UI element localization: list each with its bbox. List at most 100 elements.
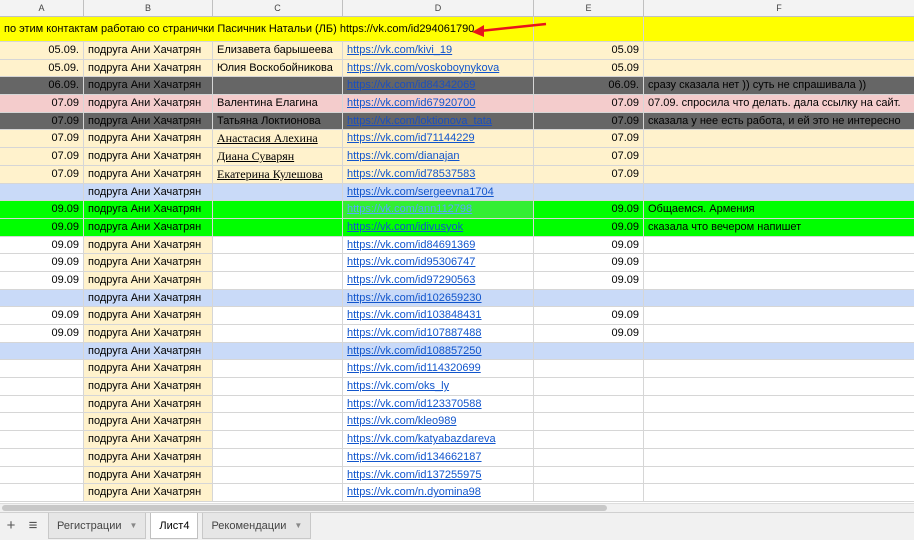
profile-link[interactable]: https://vk.com/id137255975 xyxy=(347,469,482,481)
scrollbar-thumb[interactable] xyxy=(2,505,607,511)
column-header-e[interactable]: E xyxy=(534,0,644,16)
source-cell[interactable]: подруга Ани Хачатрян xyxy=(84,431,213,449)
date-cell[interactable] xyxy=(0,413,84,432)
header-note-cell-f[interactable] xyxy=(644,17,914,41)
menu-icon[interactable]: ≡ xyxy=(22,513,44,540)
sheet-tab[interactable]: Лист4 xyxy=(150,513,199,539)
date-cell[interactable]: 09.09 xyxy=(0,201,84,219)
source-cell[interactable]: подруга Ани Хачатрян xyxy=(84,448,213,467)
source-cell[interactable]: подруга Ани Хачатрян xyxy=(84,342,213,361)
date-cell[interactable]: 05.09. xyxy=(0,59,84,78)
profile-link[interactable]: https://vk.com/kleo989 xyxy=(347,415,456,427)
comment-cell[interactable] xyxy=(644,42,914,60)
comment-cell[interactable]: Общаемся. Армения xyxy=(644,201,914,219)
source-cell[interactable]: подруга Ани Хачатрян xyxy=(84,59,213,78)
date-cell[interactable]: 09.09 xyxy=(0,307,84,325)
name-cell[interactable] xyxy=(213,378,343,396)
column-header-d[interactable]: D xyxy=(343,0,534,16)
comment-cell[interactable] xyxy=(644,59,914,78)
link-cell[interactable]: https://vk.com/voskoboynykova xyxy=(343,59,534,78)
source-cell[interactable]: подруга Ани Хачатрян xyxy=(84,42,213,60)
date-cell[interactable]: 07.09 xyxy=(0,165,84,184)
comment-cell[interactable] xyxy=(644,378,914,396)
date-cell[interactable]: 09.09 xyxy=(0,254,84,272)
comment-cell[interactable] xyxy=(644,130,914,149)
source-cell[interactable]: подруга Ани Хачатрян xyxy=(84,466,213,485)
link-cell[interactable]: https://vk.com/id107887488 xyxy=(343,325,534,343)
source-cell[interactable]: подруга Ани Хачатрян xyxy=(84,183,213,202)
contact-date-cell[interactable]: 09.09 xyxy=(534,325,644,343)
date-cell[interactable] xyxy=(0,183,84,202)
profile-link[interactable]: https://vk.com/katyabazdareva xyxy=(347,433,496,445)
source-cell[interactable]: подруга Ани Хачатрян xyxy=(84,130,213,149)
profile-link[interactable]: https://vk.com/id107887488 xyxy=(347,327,482,339)
date-cell[interactable] xyxy=(0,378,84,396)
profile-link[interactable]: https://vk.com/id97290563 xyxy=(347,274,475,286)
link-cell[interactable]: https://vk.com/kleo989 xyxy=(343,413,534,432)
contact-date-cell[interactable] xyxy=(534,378,644,396)
contact-date-cell[interactable] xyxy=(534,183,644,202)
header-note-cell-e[interactable] xyxy=(534,17,644,41)
chevron-down-icon[interactable]: ▼ xyxy=(130,514,138,538)
link-cell[interactable]: https://vk.com/id84691369 xyxy=(343,236,534,255)
name-cell[interactable] xyxy=(213,307,343,325)
name-cell[interactable] xyxy=(213,413,343,432)
date-cell[interactable]: 09.09 xyxy=(0,325,84,343)
sheet-tab[interactable]: Регистрации ▼ xyxy=(48,513,147,539)
profile-link[interactable]: https://vk.com/id71144229 xyxy=(347,132,475,144)
name-cell[interactable] xyxy=(213,183,343,202)
date-cell[interactable]: 07.09 xyxy=(0,130,84,149)
contact-date-cell[interactable] xyxy=(534,342,644,361)
date-cell[interactable]: 09.09 xyxy=(0,218,84,237)
source-cell[interactable]: подруга Ани Хачатрян xyxy=(84,148,213,166)
name-cell[interactable] xyxy=(213,448,343,467)
source-cell[interactable]: подруга Ани Хачатрян xyxy=(84,289,213,308)
header-note-cell[interactable]: по этим контактам работаю со странички П… xyxy=(0,17,534,41)
link-cell[interactable]: https://vk.com/sergeevna1704 xyxy=(343,183,534,202)
link-cell[interactable]: https://vk.com/katyabazdareva xyxy=(343,431,534,449)
comment-cell[interactable]: сказала у нее есть работа, и ей это не и… xyxy=(644,112,914,131)
date-cell[interactable]: 09.09 xyxy=(0,271,84,290)
profile-link[interactable]: https://vk.com/ann112798 xyxy=(347,203,472,215)
date-cell[interactable]: 06.09. xyxy=(0,77,84,96)
source-cell[interactable]: подруга Ани Хачатрян xyxy=(84,77,213,96)
comment-cell[interactable] xyxy=(644,236,914,255)
date-cell[interactable]: 07.09 xyxy=(0,148,84,166)
date-cell[interactable]: 07.09 xyxy=(0,95,84,113)
name-cell[interactable] xyxy=(213,218,343,237)
profile-link[interactable]: https://vk.com/loktionova_tata xyxy=(347,115,492,127)
profile-link[interactable]: https://vk.com/id67920700 xyxy=(347,97,475,109)
comment-cell[interactable] xyxy=(644,183,914,202)
source-cell[interactable]: подруга Ани Хачатрян xyxy=(84,254,213,272)
chevron-down-icon[interactable]: ▼ xyxy=(294,514,302,538)
column-header-f[interactable]: F xyxy=(644,0,914,16)
name-cell[interactable] xyxy=(213,201,343,219)
source-cell[interactable]: подруга Ани Хачатрян xyxy=(84,218,213,237)
name-cell[interactable] xyxy=(213,77,343,96)
link-cell[interactable]: https://vk.com/id123370588 xyxy=(343,395,534,414)
contact-date-cell[interactable]: 07.09 xyxy=(534,165,644,184)
column-header-c[interactable]: C xyxy=(213,0,343,16)
contact-date-cell[interactable] xyxy=(534,466,644,485)
link-cell[interactable]: https://vk.com/id67920700 xyxy=(343,95,534,113)
source-cell[interactable]: подруга Ани Хачатрян xyxy=(84,112,213,131)
sheet-tab[interactable]: Рекомендации ▼ xyxy=(202,513,312,539)
contact-date-cell[interactable]: 05.09 xyxy=(534,59,644,78)
date-cell[interactable]: 05.09. xyxy=(0,42,84,60)
profile-link[interactable]: https://vk.com/kivi_19 xyxy=(347,44,452,56)
date-cell[interactable] xyxy=(0,431,84,449)
link-cell[interactable]: https://vk.com/idivusyok xyxy=(343,218,534,237)
comment-cell[interactable] xyxy=(644,395,914,414)
contact-date-cell[interactable]: 05.09 xyxy=(534,42,644,60)
contact-date-cell[interactable]: 07.09 xyxy=(534,95,644,113)
contact-date-cell[interactable]: 09.09 xyxy=(534,201,644,219)
contact-date-cell[interactable]: 06.09. xyxy=(534,77,644,96)
contact-date-cell[interactable] xyxy=(534,431,644,449)
contact-date-cell[interactable] xyxy=(534,395,644,414)
contact-date-cell[interactable] xyxy=(534,360,644,379)
link-cell[interactable]: https://vk.com/id78537583 xyxy=(343,165,534,184)
source-cell[interactable]: подруга Ани Хачатрян xyxy=(84,395,213,414)
profile-link[interactable]: https://vk.com/sergeevna1704 xyxy=(347,186,494,198)
name-cell[interactable]: Татьяна Локтионова xyxy=(213,112,343,131)
source-cell[interactable]: подруга Ани Хачатрян xyxy=(84,95,213,113)
